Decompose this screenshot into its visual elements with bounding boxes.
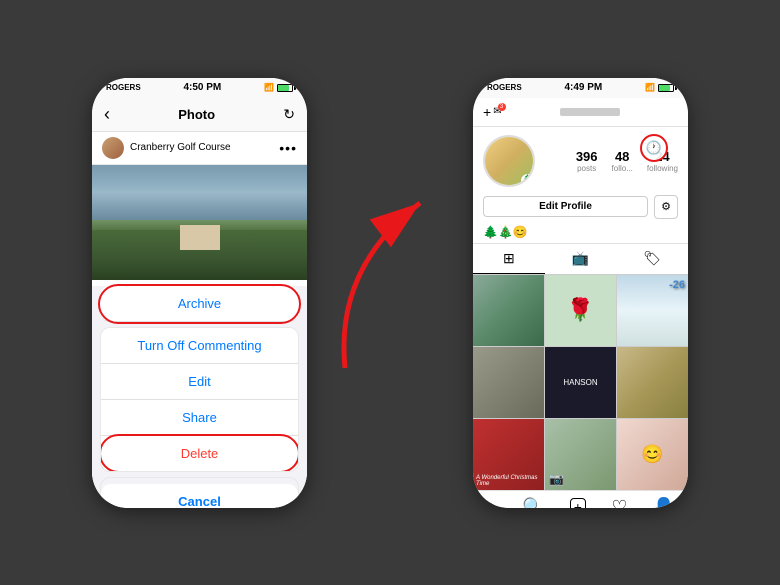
red-arrow: [325, 168, 455, 418]
right-wifi-icon: 📶: [645, 83, 655, 92]
photo-grid: 🌹 -26 HANSON A Wonderful: [473, 275, 688, 490]
avatar-emoji: 🌲: [521, 174, 535, 187]
grid-cell-9[interactable]: 😊: [617, 419, 688, 490]
face-photo: 😊: [641, 444, 663, 465]
username-placeholder: [560, 108, 620, 116]
right-carrier: ROGERS: [487, 83, 522, 92]
edit-profile-row: Edit Profile ⚙: [473, 191, 688, 223]
plus-message-area: + ✉ 3: [483, 104, 502, 120]
plus-button[interactable]: +: [483, 104, 491, 120]
archive-icon-button[interactable]: 🕐: [640, 134, 668, 162]
roses-icon: 🌹: [567, 297, 594, 323]
settings-icon: ⚙: [661, 200, 671, 213]
house-element: [180, 225, 220, 250]
profile-avatar: 🌲: [483, 135, 535, 187]
left-phone: ROGERS 4:50 PM 📶 ‹ Photo ↻ Cranberry Gol…: [92, 78, 307, 508]
back-button[interactable]: ‹: [104, 104, 110, 125]
bio-emojis: 🌲🎄😊: [483, 225, 528, 239]
heart-nav-button[interactable]: ♡: [611, 497, 627, 508]
post-avatar: [102, 137, 124, 159]
delete-button[interactable]: Delete: [101, 436, 298, 471]
search-nav-button[interactable]: 🔍: [522, 497, 544, 508]
right-status-icons: 📶: [645, 83, 674, 92]
grid-cell-1[interactable]: [473, 275, 544, 346]
arrow-area: [325, 143, 455, 443]
followers-stat: 48 follo...: [612, 149, 633, 173]
post-photo: [92, 165, 307, 280]
right-battery-icon: [658, 84, 674, 92]
archive-button[interactable]: Archive: [100, 286, 299, 322]
igtv-tab[interactable]: 📺: [545, 244, 617, 274]
refresh-button[interactable]: ↻: [283, 106, 295, 123]
archive-clock-icon: 🕐: [646, 140, 662, 156]
posts-stat: 396 posts: [576, 149, 598, 173]
message-button[interactable]: ✉ 3: [493, 106, 501, 117]
photo-header: ‹ Photo ↻: [92, 98, 307, 132]
add-nav-button[interactable]: +: [570, 498, 586, 508]
profile-header: + ✉ 3 🕐: [473, 98, 688, 127]
main-container: ROGERS 4:50 PM 📶 ‹ Photo ↻ Cranberry Gol…: [72, 58, 708, 528]
photo-title: Photo: [178, 107, 215, 122]
grid-cell-6[interactable]: [617, 347, 688, 418]
settings-button[interactable]: ⚙: [654, 195, 678, 219]
left-carrier: ROGERS: [106, 83, 141, 92]
profile-tabs: ⊞ 📺 🏷: [473, 244, 688, 275]
profile-nav-button[interactable]: 👤: [653, 497, 675, 508]
bio-row: 🌲🎄😊: [473, 223, 688, 244]
right-time: 4:49 PM: [564, 82, 602, 93]
notification-badge: 3: [498, 103, 506, 111]
location-name: Cranberry Golf Course: [130, 142, 279, 153]
left-status-bar: ROGERS 4:50 PM 📶: [92, 78, 307, 98]
sky-area: [92, 165, 307, 220]
share-button[interactable]: Share: [101, 400, 298, 436]
grid-tab[interactable]: ⊞: [473, 244, 545, 274]
concert-text: HANSON: [563, 378, 597, 387]
profile-username-area: [560, 108, 620, 116]
christmas-text: A Wonderful Christmas Time: [476, 475, 541, 487]
right-phone: ROGERS 4:49 PM 📶 + ✉ 3 🕐: [473, 78, 688, 508]
followers-count: 48: [612, 149, 633, 164]
edit-button[interactable]: Edit: [101, 364, 298, 400]
home-nav-button[interactable]: ⌂: [486, 497, 497, 508]
followers-label: follo...: [612, 164, 633, 173]
grid-cell-7[interactable]: A Wonderful Christmas Time: [473, 419, 544, 490]
tagged-tab[interactable]: 🏷: [616, 244, 688, 274]
action-sheet: Archive Turn Off Commenting Edit Share D…: [92, 286, 307, 508]
location-bar: Cranberry Golf Course •••: [92, 132, 307, 165]
wifi-icon: 📶: [264, 83, 274, 92]
grid-cell-3[interactable]: -26: [617, 275, 688, 346]
more-menu-button[interactable]: •••: [279, 140, 297, 156]
right-status-bar: ROGERS 4:49 PM 📶: [473, 78, 688, 98]
grid-cell-5[interactable]: HANSON: [545, 347, 616, 418]
grid-cell-2[interactable]: 🌹: [545, 275, 616, 346]
left-status-icons: 📶: [264, 83, 293, 92]
bottom-nav: ⌂ 🔍 + ♡ 👤: [473, 490, 688, 508]
battery-icon: [277, 84, 293, 92]
posts-label: posts: [576, 164, 598, 173]
left-time: 4:50 PM: [183, 82, 221, 93]
turn-off-commenting-button[interactable]: Turn Off Commenting: [101, 328, 298, 364]
edit-profile-button[interactable]: Edit Profile: [483, 196, 648, 217]
temperature-overlay: -26: [669, 279, 685, 291]
following-label: following: [647, 164, 678, 173]
grid-cell-4[interactable]: [473, 347, 544, 418]
cancel-button[interactable]: Cancel: [101, 484, 298, 508]
posts-count: 396: [576, 149, 598, 164]
grid-cell-8[interactable]: 📷: [545, 419, 616, 490]
camera-icon: 📷: [549, 472, 564, 486]
